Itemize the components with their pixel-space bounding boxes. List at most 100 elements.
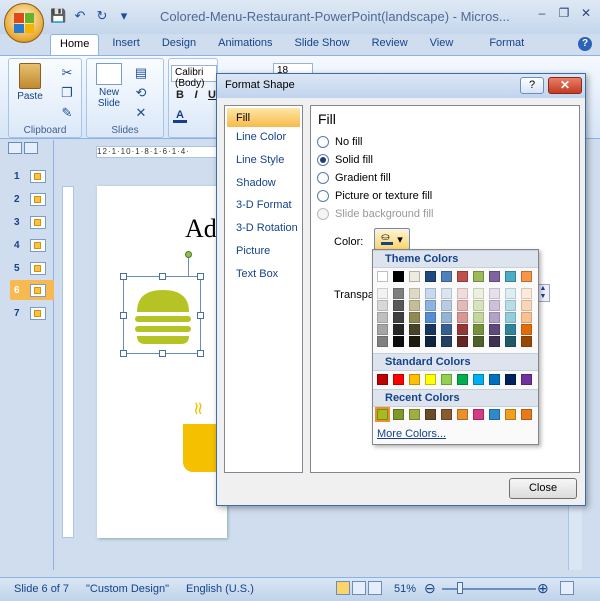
- theme-shade-swatch[interactable]: [425, 312, 436, 323]
- theme-shade-swatch[interactable]: [489, 312, 500, 323]
- theme-color-swatch[interactable]: [457, 271, 468, 282]
- standard-color-swatch[interactable]: [457, 374, 468, 385]
- theme-shade-swatch[interactable]: [457, 288, 468, 299]
- theme-shade-swatch[interactable]: [393, 288, 404, 299]
- theme-shade-swatch[interactable]: [521, 312, 532, 323]
- recent-swatch[interactable]: [489, 409, 500, 420]
- nav-text-box[interactable]: Text Box: [225, 264, 302, 287]
- resize-handle[interactable]: [120, 312, 127, 319]
- tab-review[interactable]: Review: [363, 34, 417, 56]
- theme-shade-swatch[interactable]: [457, 324, 468, 335]
- zoom-out-icon[interactable]: ⊖: [424, 580, 436, 597]
- maximize-button[interactable]: ❐: [554, 4, 574, 22]
- slides-tab-icon[interactable]: [8, 142, 22, 154]
- standard-color-swatch[interactable]: [377, 374, 388, 385]
- theme-shade-swatch[interactable]: [505, 324, 516, 335]
- standard-color-swatch[interactable]: [521, 374, 532, 385]
- theme-shade-swatch[interactable]: [457, 300, 468, 311]
- gradient-fill-option[interactable]: Gradient fill: [317, 170, 391, 186]
- radio-button[interactable]: [317, 172, 329, 184]
- nav-picture[interactable]: Picture: [225, 241, 302, 264]
- tab-view[interactable]: View: [421, 34, 463, 56]
- cut-icon[interactable]: ✂: [59, 65, 75, 81]
- theme-shade-swatch[interactable]: [377, 312, 388, 323]
- theme-shade-swatch[interactable]: [377, 300, 388, 311]
- radio-button[interactable]: [317, 136, 329, 148]
- radio-button[interactable]: [317, 190, 329, 202]
- theme-shade-swatch[interactable]: [409, 300, 420, 311]
- nav-shadow[interactable]: Shadow: [225, 173, 302, 196]
- theme-shade-swatch[interactable]: [441, 336, 452, 347]
- recent-swatch[interactable]: [457, 409, 468, 420]
- recent-swatch[interactable]: [393, 409, 404, 420]
- slide-thumb-6[interactable]: 6: [10, 280, 54, 300]
- theme-shade-swatch[interactable]: [409, 288, 420, 299]
- theme-shade-swatch[interactable]: [489, 300, 500, 311]
- standard-color-swatch[interactable]: [505, 374, 516, 385]
- resize-handle[interactable]: [120, 273, 127, 280]
- theme-color-swatch[interactable]: [521, 271, 532, 282]
- office-button[interactable]: [4, 3, 44, 43]
- fit-to-window-icon[interactable]: [560, 581, 574, 595]
- slide-thumb-3[interactable]: 3: [14, 212, 52, 232]
- tab-home[interactable]: Home: [50, 34, 100, 56]
- theme-shade-swatch[interactable]: [521, 336, 532, 347]
- font-color-icon[interactable]: A: [173, 109, 187, 123]
- theme-shade-swatch[interactable]: [393, 336, 404, 347]
- recent-swatch[interactable]: [441, 409, 452, 420]
- dialog-help-button[interactable]: ?: [520, 77, 544, 94]
- new-slide-button[interactable]: New Slide: [91, 63, 127, 109]
- theme-color-swatch[interactable]: [377, 271, 388, 282]
- theme-shade-swatch[interactable]: [521, 288, 532, 299]
- no-fill-option[interactable]: No fill: [317, 134, 363, 150]
- standard-color-swatch[interactable]: [425, 374, 436, 385]
- recent-swatch[interactable]: [473, 409, 484, 420]
- undo-icon[interactable]: ↶: [72, 8, 88, 24]
- theme-shade-swatch[interactable]: [425, 300, 436, 311]
- theme-shade-swatch[interactable]: [425, 324, 436, 335]
- more-colors-link[interactable]: More Colors...: [377, 428, 446, 440]
- slide-thumb-5[interactable]: 5: [14, 258, 52, 278]
- theme-shade-swatch[interactable]: [473, 288, 484, 299]
- theme-color-swatch[interactable]: [393, 271, 404, 282]
- help-icon[interactable]: ?: [578, 37, 592, 51]
- theme-shade-swatch[interactable]: [489, 288, 500, 299]
- theme-shade-swatch[interactable]: [409, 324, 420, 335]
- recent-swatch[interactable]: [409, 409, 420, 420]
- theme-shade-swatch[interactable]: [473, 336, 484, 347]
- theme-shade-swatch[interactable]: [521, 324, 532, 335]
- resize-handle[interactable]: [197, 350, 204, 357]
- close-button[interactable]: ✕: [576, 4, 596, 22]
- resize-handle[interactable]: [159, 273, 166, 280]
- slide-thumb-1[interactable]: 1: [14, 166, 52, 186]
- nav-line-style[interactable]: Line Style: [225, 150, 302, 173]
- zoom-in-icon[interactable]: ⊕: [537, 580, 549, 597]
- rotation-handle[interactable]: [185, 251, 192, 258]
- standard-color-swatch[interactable]: [473, 374, 484, 385]
- theme-shade-swatch[interactable]: [393, 312, 404, 323]
- theme-shade-swatch[interactable]: [457, 336, 468, 347]
- theme-shade-swatch[interactable]: [441, 300, 452, 311]
- nav-3d-rotation[interactable]: 3-D Rotation: [225, 218, 302, 241]
- theme-shade-swatch[interactable]: [441, 324, 452, 335]
- layout-icon[interactable]: ▤: [133, 65, 149, 81]
- reset-icon[interactable]: ⟲: [133, 85, 149, 101]
- recent-swatch[interactable]: [521, 409, 532, 420]
- resize-handle[interactable]: [159, 350, 166, 357]
- resize-handle[interactable]: [197, 312, 204, 319]
- tab-design[interactable]: Design: [153, 34, 205, 56]
- slideshow-icon[interactable]: [368, 581, 382, 595]
- nav-fill[interactable]: Fill: [227, 108, 300, 127]
- picture-fill-option[interactable]: Picture or texture fill: [317, 188, 432, 204]
- close-dialog-button[interactable]: Close: [509, 478, 577, 499]
- slide-thumb-7[interactable]: 7: [14, 303, 52, 323]
- standard-color-swatch[interactable]: [489, 374, 500, 385]
- theme-shade-swatch[interactable]: [425, 336, 436, 347]
- theme-shade-swatch[interactable]: [457, 312, 468, 323]
- theme-shade-swatch[interactable]: [521, 300, 532, 311]
- tab-animations[interactable]: Animations: [209, 34, 281, 56]
- theme-shade-swatch[interactable]: [505, 336, 516, 347]
- theme-color-swatch[interactable]: [425, 271, 436, 282]
- redo-icon[interactable]: ↻: [94, 8, 110, 24]
- theme-color-swatch[interactable]: [441, 271, 452, 282]
